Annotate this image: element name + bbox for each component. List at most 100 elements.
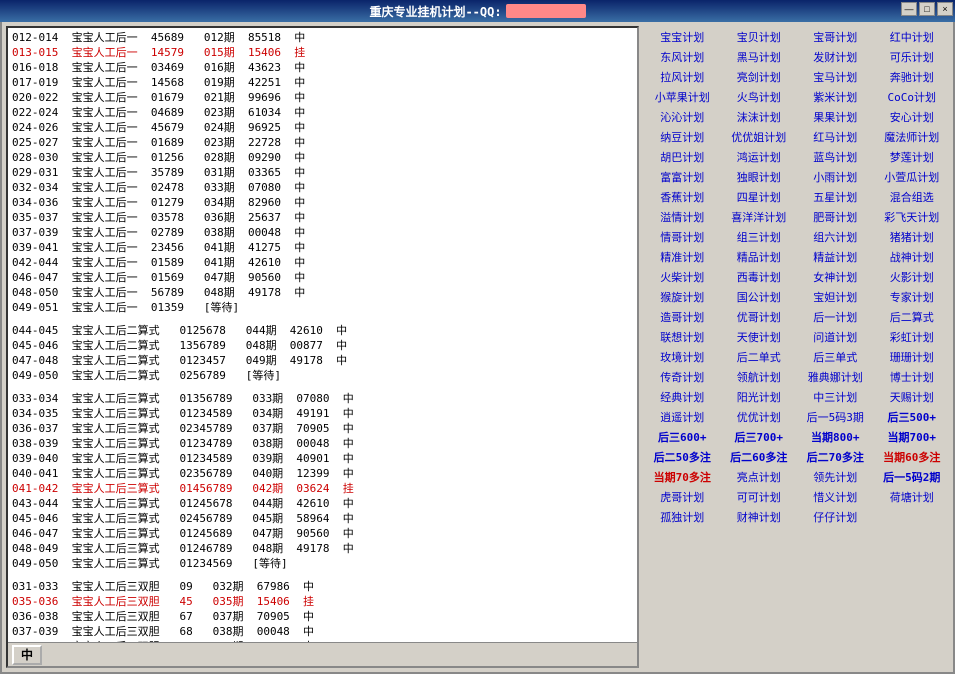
plan-link[interactable]: 当期60多注: [875, 448, 950, 466]
plan-link[interactable]: 优优姐计划: [722, 128, 797, 146]
plan-link[interactable]: 惜义计划: [798, 488, 873, 506]
plan-link[interactable]: 战神计划: [875, 248, 950, 266]
plan-link[interactable]: 蓝鸟计划: [798, 148, 873, 166]
plan-link[interactable]: 小雨计划: [798, 168, 873, 186]
plan-link[interactable]: 火影计划: [875, 268, 950, 286]
plan-link[interactable]: 传奇计划: [645, 368, 720, 386]
plan-link[interactable]: 后三500+: [875, 408, 950, 426]
plan-link[interactable]: 优哥计划: [722, 308, 797, 326]
plan-link[interactable]: 后一5码2期: [875, 468, 950, 486]
plan-link[interactable]: 联想计划: [645, 328, 720, 346]
plan-link[interactable]: 可可计划: [722, 488, 797, 506]
plan-link[interactable]: 财神计划: [722, 508, 797, 526]
plan-link[interactable]: 奔驰计划: [875, 68, 950, 86]
plan-link[interactable]: 黑马计划: [722, 48, 797, 66]
plan-link[interactable]: 专家计划: [875, 288, 950, 306]
plan-link[interactable]: 喜洋洋计划: [722, 208, 797, 226]
minimize-button[interactable]: —: [901, 2, 917, 16]
plan-link[interactable]: 拉风计划: [645, 68, 720, 86]
plan-link[interactable]: 梦莲计划: [875, 148, 950, 166]
plan-link[interactable]: 当期70多注: [645, 468, 720, 486]
plan-link[interactable]: 逍遥计划: [645, 408, 720, 426]
plan-link[interactable]: 后三700+: [722, 428, 797, 446]
plan-link[interactable]: 后二70多注: [798, 448, 873, 466]
plan-link[interactable]: 沫沫计划: [722, 108, 797, 126]
plan-link[interactable]: 宝贝计划: [722, 28, 797, 46]
plan-link[interactable]: 后二50多注: [645, 448, 720, 466]
plan-link[interactable]: 当期800+: [798, 428, 873, 446]
plan-link[interactable]: 中三计划: [798, 388, 873, 406]
plan-link[interactable]: 亮点计划: [722, 468, 797, 486]
plan-link[interactable]: 溢情计划: [645, 208, 720, 226]
plan-link[interactable]: 宝宝计划: [645, 28, 720, 46]
status-button[interactable]: 中: [12, 645, 42, 665]
plan-link[interactable]: 彩飞天计划: [875, 208, 950, 226]
plan-link[interactable]: 沁沁计划: [645, 108, 720, 126]
plan-link[interactable]: 天使计划: [722, 328, 797, 346]
plan-link[interactable]: 天赐计划: [875, 388, 950, 406]
plan-link[interactable]: 东风计划: [645, 48, 720, 66]
plan-link[interactable]: 虎哥计划: [645, 488, 720, 506]
plan-link[interactable]: 女神计划: [798, 268, 873, 286]
plan-link[interactable]: 香蕉计划: [645, 188, 720, 206]
plan-link[interactable]: 仔仔计划: [798, 508, 873, 526]
plan-link[interactable]: 独眼计划: [722, 168, 797, 186]
plan-link[interactable]: 后三600+: [645, 428, 720, 446]
plan-link[interactable]: 国公计划: [722, 288, 797, 306]
plan-link[interactable]: 火鸟计划: [722, 88, 797, 106]
plan-link[interactable]: 纳豆计划: [645, 128, 720, 146]
plan-link[interactable]: 红中计划: [875, 28, 950, 46]
plan-link[interactable]: 孤独计划: [645, 508, 720, 526]
plan-link[interactable]: 亮剑计划: [722, 68, 797, 86]
plan-link[interactable]: 后一5码3期: [798, 408, 873, 426]
plan-link[interactable]: 后二单式: [722, 348, 797, 366]
plan-link[interactable]: 安心计划: [875, 108, 950, 126]
plan-link[interactable]: 西毒计划: [722, 268, 797, 286]
plan-link[interactable]: 问道计划: [798, 328, 873, 346]
plan-link[interactable]: 精益计划: [798, 248, 873, 266]
plan-link[interactable]: 精准计划: [645, 248, 720, 266]
plan-link[interactable]: 混合组选: [875, 188, 950, 206]
plan-link[interactable]: 宝妲计划: [798, 288, 873, 306]
plan-link[interactable]: 猪猪计划: [875, 228, 950, 246]
plan-link[interactable]: 阳光计划: [722, 388, 797, 406]
plan-link[interactable]: 小萱瓜计划: [875, 168, 950, 186]
plan-link[interactable]: 后二60多注: [722, 448, 797, 466]
plan-link[interactable]: 珊珊计划: [875, 348, 950, 366]
plan-link[interactable]: 后三单式: [798, 348, 873, 366]
plan-link[interactable]: 组六计划: [798, 228, 873, 246]
plan-link[interactable]: 彩虹计划: [875, 328, 950, 346]
plan-link[interactable]: 发财计划: [798, 48, 873, 66]
plan-link[interactable]: 宝哥计划: [798, 28, 873, 46]
plan-link[interactable]: 紫米计划: [798, 88, 873, 106]
plan-link[interactable]: 雅典娜计划: [798, 368, 873, 386]
plan-link[interactable]: 玫境计划: [645, 348, 720, 366]
restore-button[interactable]: □: [919, 2, 935, 16]
close-button[interactable]: ×: [937, 2, 953, 16]
plan-link[interactable]: 五星计划: [798, 188, 873, 206]
plan-link[interactable]: 荷塘计划: [875, 488, 950, 506]
plan-link[interactable]: 富富计划: [645, 168, 720, 186]
plan-link[interactable]: CoCo计划: [875, 88, 950, 106]
plan-link[interactable]: 小苹果计划: [645, 88, 720, 106]
plan-link[interactable]: 火柴计划: [645, 268, 720, 286]
plan-link[interactable]: 果果计划: [798, 108, 873, 126]
plan-link[interactable]: 红马计划: [798, 128, 873, 146]
plan-link[interactable]: 领航计划: [722, 368, 797, 386]
plan-link[interactable]: 情哥计划: [645, 228, 720, 246]
plan-link[interactable]: 优优计划: [722, 408, 797, 426]
plan-link[interactable]: 鸿运计划: [722, 148, 797, 166]
plan-link[interactable]: 肥哥计划: [798, 208, 873, 226]
plan-link[interactable]: 后一计划: [798, 308, 873, 326]
plan-link[interactable]: 造哥计划: [645, 308, 720, 326]
plan-link[interactable]: 组三计划: [722, 228, 797, 246]
plan-link[interactable]: 宝马计划: [798, 68, 873, 86]
plan-link[interactable]: 四星计划: [722, 188, 797, 206]
plan-link[interactable]: 经典计划: [645, 388, 720, 406]
plan-link[interactable]: 猴旋计划: [645, 288, 720, 306]
plan-link[interactable]: 领先计划: [798, 468, 873, 486]
plan-link[interactable]: 胡巴计划: [645, 148, 720, 166]
left-scroll-area[interactable]: 012-014 宝宝人工后一 45689 012期 85518 中013-015…: [8, 28, 637, 642]
plan-link[interactable]: 魔法师计划: [875, 128, 950, 146]
plan-link[interactable]: 后二算式: [875, 308, 950, 326]
